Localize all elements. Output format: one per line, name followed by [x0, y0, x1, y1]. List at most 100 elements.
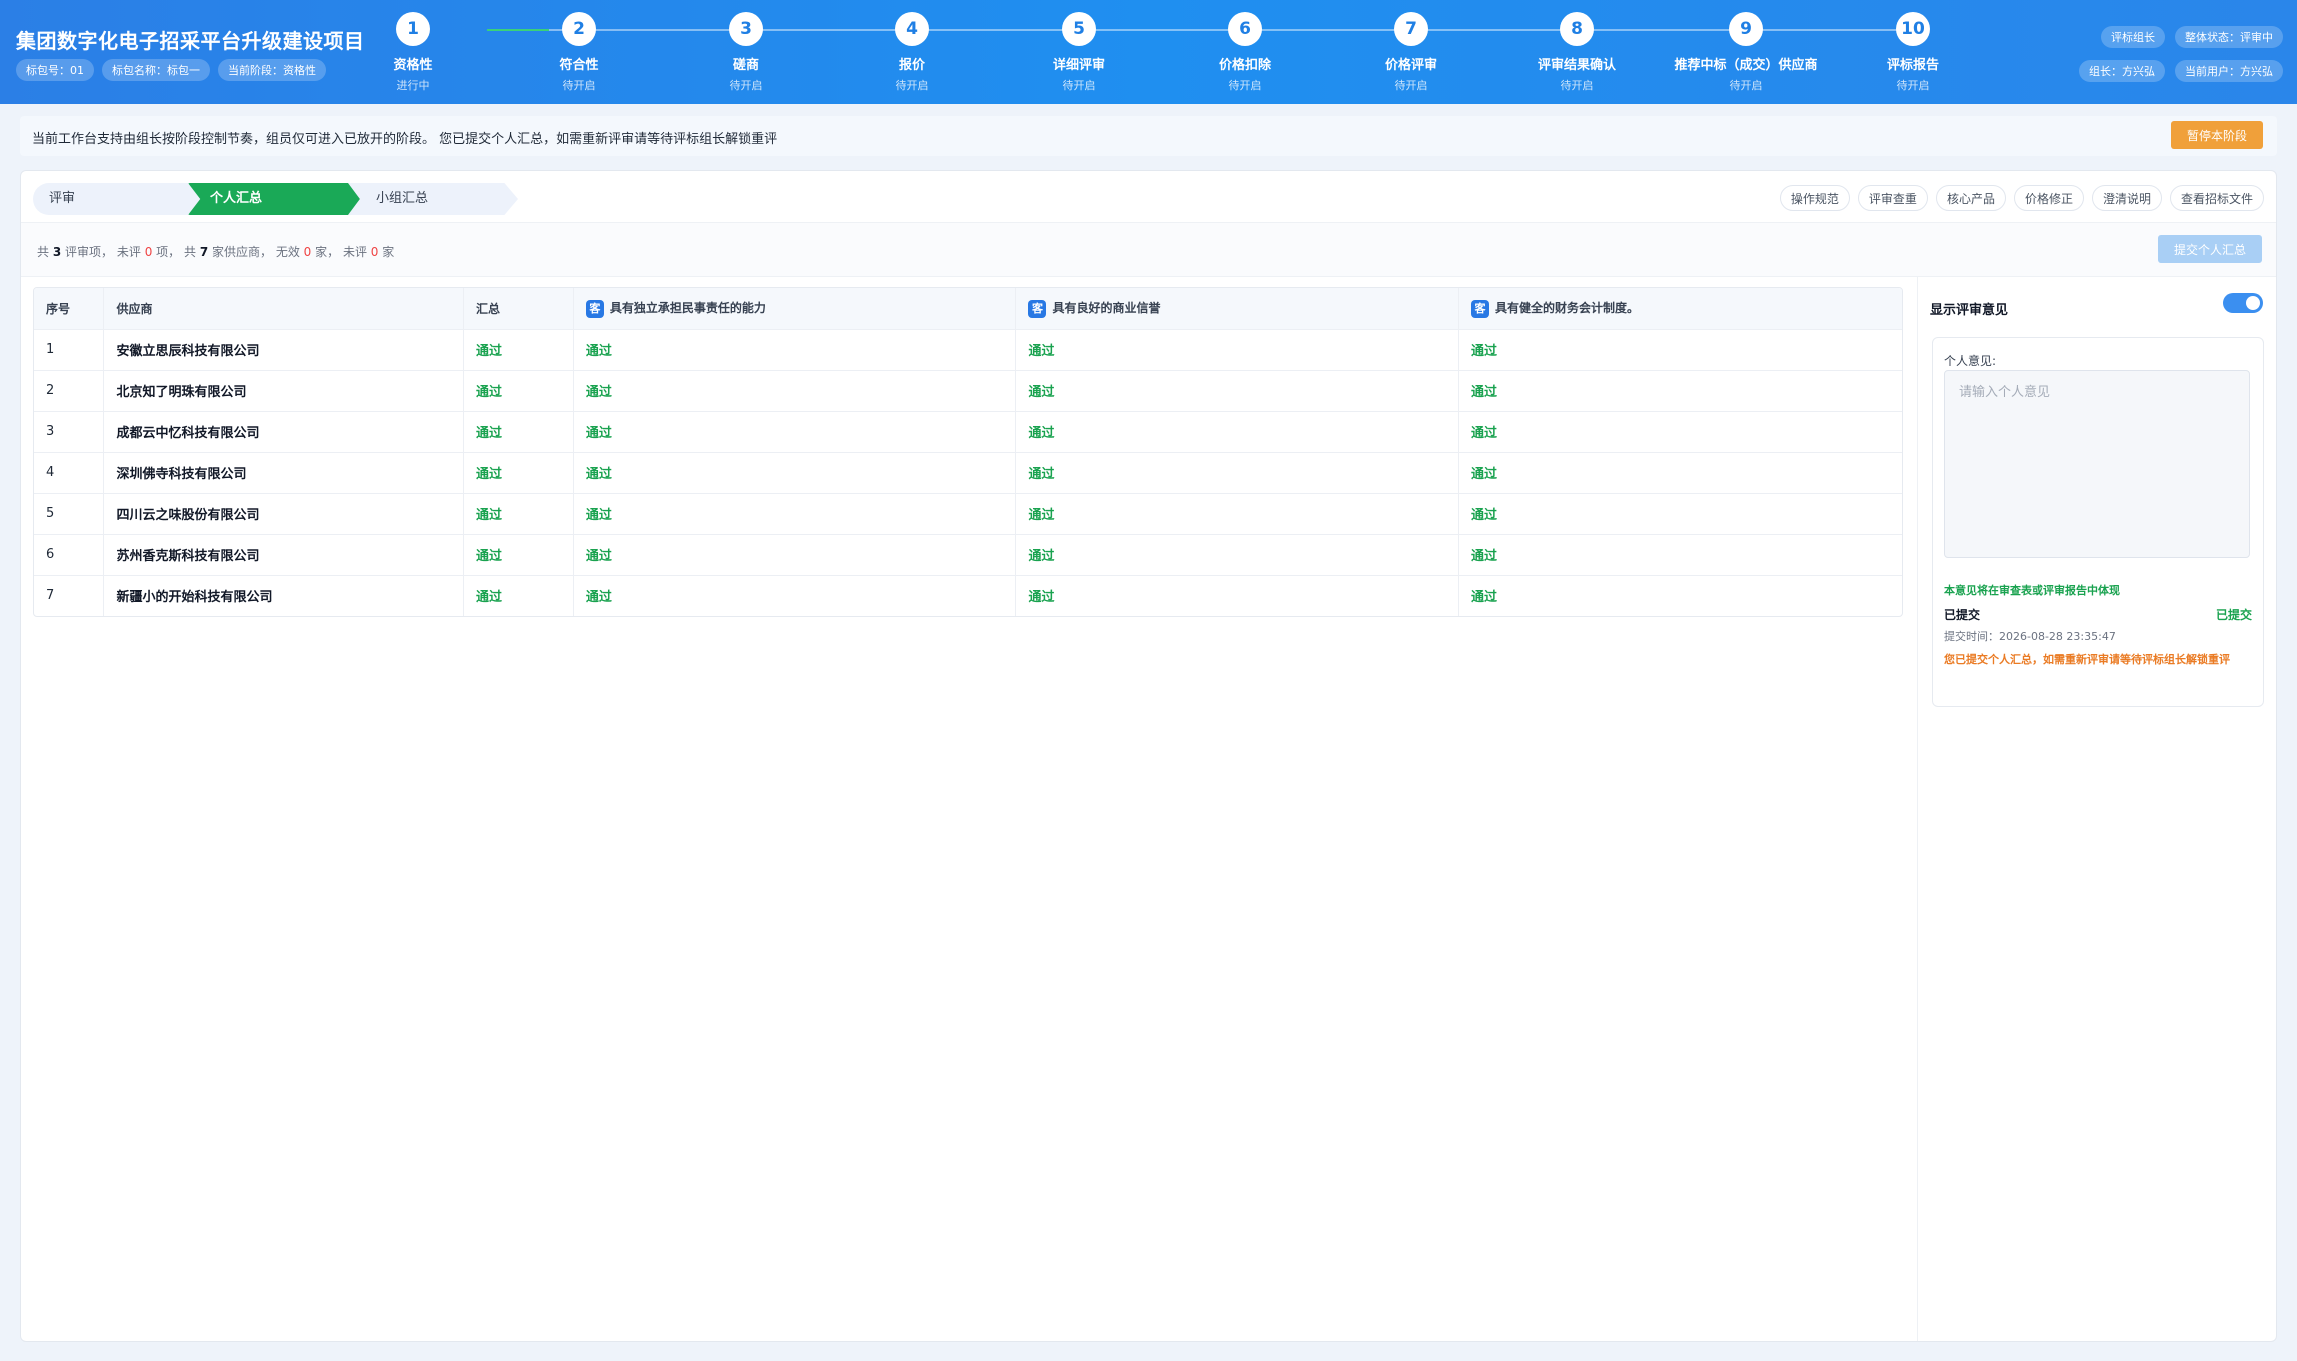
step-status: 待开启 [895, 79, 929, 92]
toolbar: 操作规范 评审查重 核心产品 价格修正 澄清说明 查看招标文件 [1779, 185, 2264, 211]
step-6[interactable]: 6 价格扣除 待开启 [1165, 12, 1325, 93]
step-label: 评审结果确认 [1537, 58, 1616, 73]
overall-status-badge: 整体状态：评审中 [2175, 26, 2283, 48]
package-tags: 标包号：01 标包名称：标包一 当前阶段：资格性 [16, 59, 326, 81]
step-number: 10 [1896, 12, 1930, 46]
col-criterion-3: 客具有健全的财务会计制度。 [1458, 288, 1902, 330]
opinion-panel: 显示评审意见 个人意见: 本意见将在审查表或评审报告中体现 已提交 已提交 提交… [1917, 277, 2277, 1341]
package-name-tag: 标包名称：标包一 [102, 59, 210, 81]
step-status: 待开启 [1228, 79, 1262, 92]
summary-text: 共 3 评审项， 未评 0 项， 共 7 家供应商， 无效 0 家， 未评 0 … [37, 245, 395, 259]
step-label: 磋商 [732, 58, 759, 73]
col-criterion-2: 客具有良好的商业信誉 [1015, 288, 1459, 330]
tab-personal-summary[interactable]: 个人汇总 [188, 183, 363, 215]
tab-group-summary[interactable]: 小组汇总 [348, 183, 518, 215]
step-number: 1 [396, 12, 430, 46]
main-card: 评审 个人汇总 小组汇总 操作规范 评审查重 核心产品 价格修正 澄清说明 查看… [20, 170, 2277, 1342]
opinion-card: 个人意见: 本意见将在审查表或评审报告中体现 已提交 已提交 提交时间：2026… [1932, 337, 2264, 707]
table-row[interactable]: 1 安徽立思辰科技有限公司 通过 通过 通过 通过 [34, 329, 1902, 371]
submit-status-badge: 已提交 [2215, 608, 2252, 622]
step-number: 6 [1228, 12, 1262, 46]
project-title: 集团数字化电子招采平台升级建设项目 [16, 29, 365, 53]
step-label: 推荐中标（成交）供应商 [1674, 58, 1818, 73]
step-label: 评标报告 [1886, 58, 1939, 73]
package-number-tag: 标包号：01 [16, 59, 94, 81]
step-status: 待开启 [562, 79, 596, 92]
invalid-count: 0 [303, 245, 312, 259]
unreviewed-supplier-count: 0 [370, 245, 379, 259]
criterion-icon: 客 [1470, 299, 1489, 318]
current-stage-tag: 当前阶段：资格性 [218, 59, 326, 81]
step-label: 价格评审 [1384, 58, 1437, 73]
step-number: 3 [729, 12, 763, 46]
price-correction-button[interactable]: 价格修正 [2013, 185, 2084, 211]
step-label: 符合性 [559, 58, 599, 73]
col-index: 序号 [34, 288, 105, 330]
submit-personal-summary-button[interactable]: 提交个人汇总 [2157, 235, 2262, 263]
opinion-textarea[interactable] [1944, 370, 2250, 558]
step-1[interactable]: 1 资格性 进行中 [333, 12, 493, 93]
unreviewed-count: 0 [144, 245, 153, 259]
step-8[interactable]: 8 评审结果确认 待开启 [1497, 12, 1657, 93]
role-badge: 评标组长 [2101, 26, 2165, 48]
item-count: 3 [52, 245, 62, 259]
table-row[interactable]: 2 北京知了明珠有限公司 通过 通过 通过 通过 [34, 370, 1902, 412]
table-row[interactable]: 4 深圳佛寺科技有限公司 通过 通过 通过 通过 [34, 452, 1902, 494]
view-tender-doc-button[interactable]: 查看招标文件 [2169, 185, 2264, 211]
step-7[interactable]: 7 价格评审 待开启 [1331, 12, 1491, 93]
step-status: 进行中 [396, 79, 430, 92]
step-number: 5 [1062, 12, 1096, 46]
step-status: 待开启 [1062, 79, 1096, 92]
step-4[interactable]: 4 报价 待开启 [832, 12, 992, 93]
criterion-icon: 客 [1028, 299, 1047, 318]
step-status: 待开启 [1560, 79, 1594, 92]
col-criterion-1: 客具有独立承担民事责任的能力 [573, 288, 1017, 330]
step-label: 详细评审 [1052, 58, 1105, 73]
summary-table: 序号 供应商 汇总 客具有独立承担民事责任的能力 客具有良好的商业信誉 客具有健… [33, 287, 1903, 617]
tab-review[interactable]: 评审 [33, 183, 203, 215]
summary-row: 共 3 评审项， 未评 0 项， 共 7 家供应商， 无效 0 家， 未评 0 … [21, 223, 2276, 277]
step-status: 待开启 [1394, 79, 1428, 92]
submit-time: 提交时间：2026-08-28 23:35:47 [1944, 630, 2116, 643]
table-row[interactable]: 6 苏州香克斯科技有限公司 通过 通过 通过 通过 [34, 534, 1902, 576]
clarification-button[interactable]: 澄清说明 [2091, 185, 2162, 211]
step-label: 资格性 [393, 58, 433, 73]
stage-stepper: 1 资格性 进行中 2 符合性 待开启 3 磋商 待开启 4 报价 待开启 5 … [390, 12, 1970, 96]
leader-badge: 组长：方兴弘 [2079, 60, 2165, 82]
step-label: 价格扣除 [1218, 58, 1271, 73]
step-status: 待开启 [1729, 79, 1763, 92]
notice-text: 当前工作台支持由组长按阶段控制节奏，组员仅可进入已放开的阶段。 您已提交个人汇总… [32, 132, 778, 147]
top-header: 集团数字化电子招采平台升级建设项目 标包号：01 标包名称：标包一 当前阶段：资… [0, 0, 2297, 104]
step-10[interactable]: 10 评标报告 待开启 [1833, 12, 1993, 93]
step-number: 4 [895, 12, 929, 46]
step-number: 7 [1394, 12, 1428, 46]
table-row[interactable]: 7 新疆小的开始科技有限公司 通过 通过 通过 通过 [34, 575, 1902, 616]
step-number: 9 [1729, 12, 1763, 46]
table-row[interactable]: 3 成都云中忆科技有限公司 通过 通过 通过 通过 [34, 411, 1902, 453]
criterion-icon: 客 [585, 299, 604, 318]
notice-bar: 当前工作台支持由组长按阶段控制节奏，组员仅可进入已放开的阶段。 您已提交个人汇总… [20, 116, 2277, 156]
step-number: 2 [562, 12, 596, 46]
col-summary: 汇总 [463, 288, 574, 330]
relock-warning: 您已提交个人汇总，如需重新评审请等待评标组长解锁重评 [1944, 653, 2230, 666]
user-info: 评标组长 整体状态：评审中 组长：方兴弘 当前用户：方兴弘 [2079, 26, 2283, 82]
col-supplier: 供应商 [103, 288, 465, 330]
operation-guide-button[interactable]: 操作规范 [1779, 185, 1850, 211]
step-2[interactable]: 2 符合性 待开启 [499, 12, 659, 93]
step-label: 报价 [898, 58, 925, 73]
step-3[interactable]: 3 磋商 待开启 [666, 12, 826, 93]
supplier-count: 7 [199, 245, 209, 259]
duplicate-check-button[interactable]: 评审查重 [1857, 185, 1928, 211]
pause-stage-button[interactable]: 暂停本阶段 [2170, 121, 2263, 149]
table-row[interactable]: 5 四川云之味股份有限公司 通过 通过 通过 通过 [34, 493, 1902, 535]
submit-status-label: 已提交 [1944, 608, 1981, 622]
show-opinion-toggle[interactable] [2223, 293, 2263, 313]
step-9[interactable]: 9 推荐中标（成交）供应商 待开启 [1666, 12, 1826, 93]
core-product-button[interactable]: 核心产品 [1935, 185, 2006, 211]
step-5[interactable]: 5 详细评审 待开启 [999, 12, 1159, 93]
stage-tabs-row: 评审 个人汇总 小组汇总 操作规范 评审查重 核心产品 价格修正 澄清说明 查看… [21, 171, 2276, 223]
table-header-row: 序号 供应商 汇总 客具有独立承担民事责任的能力 客具有良好的商业信誉 客具有健… [34, 288, 1902, 330]
step-status: 待开启 [729, 79, 763, 92]
current-user-badge: 当前用户：方兴弘 [2175, 60, 2283, 82]
step-status: 待开启 [1896, 79, 1930, 92]
